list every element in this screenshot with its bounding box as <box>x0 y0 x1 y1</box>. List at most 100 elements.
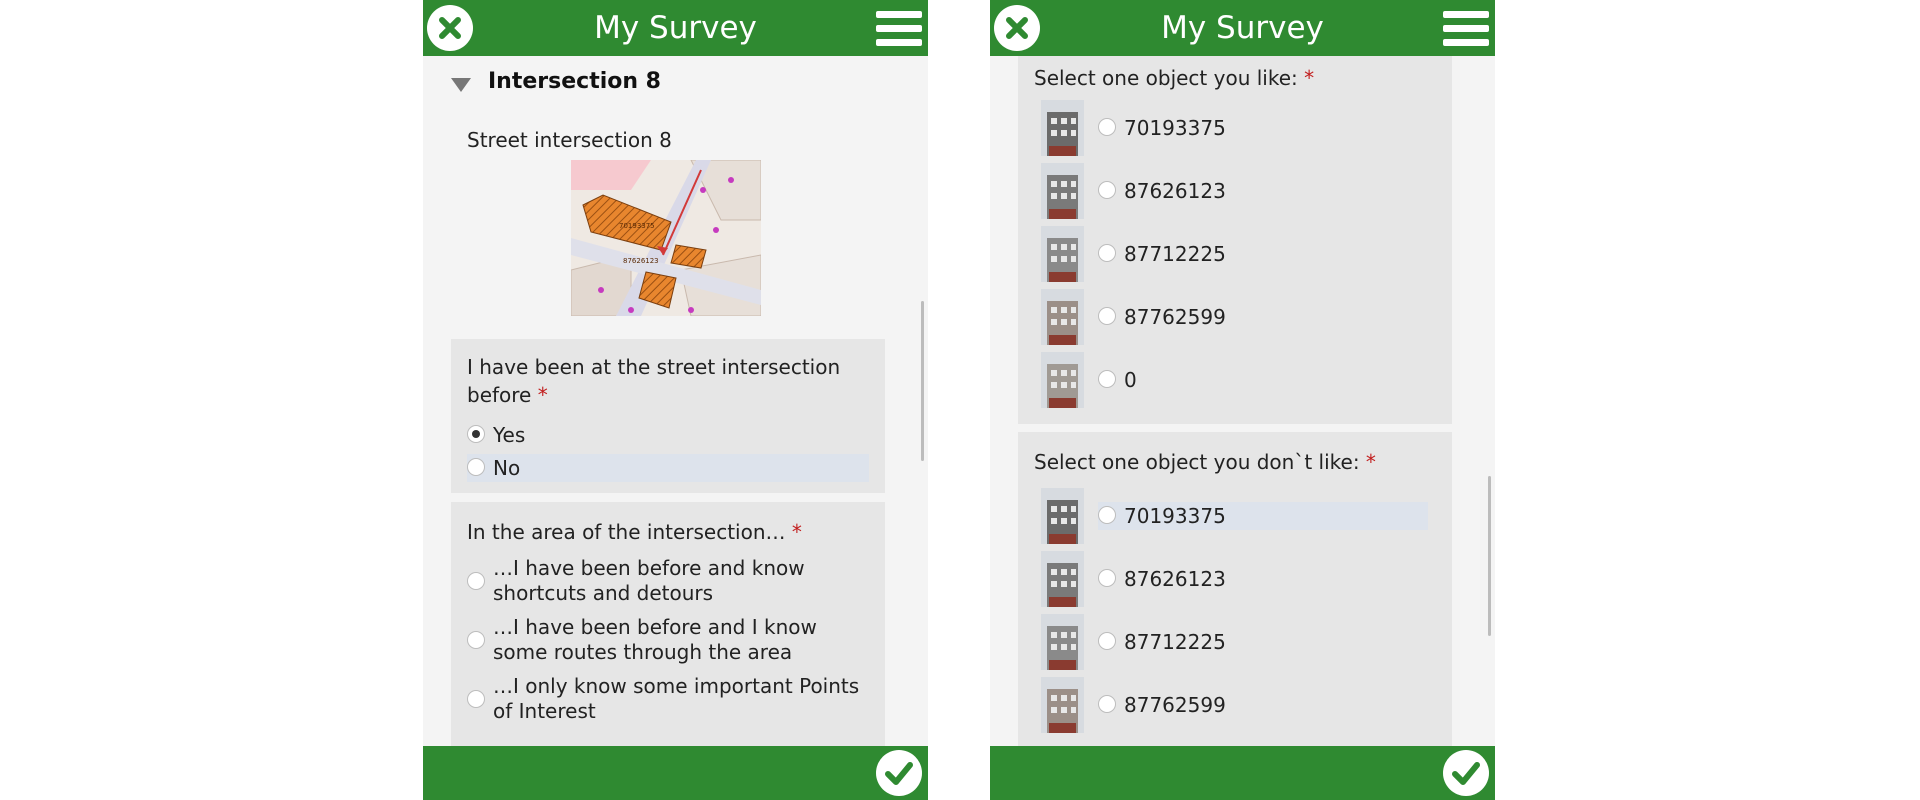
bottom-bar <box>423 746 928 800</box>
question-card-familiarity: In the area of the intersection… * …I ha… <box>451 502 885 746</box>
question-label: I have been at the street intersection b… <box>467 353 867 409</box>
question-card-visited: I have been at the street intersection b… <box>451 339 885 493</box>
radio-button[interactable] <box>1098 307 1116 325</box>
option-label: 70193375 <box>1124 116 1226 140</box>
radio-choice[interactable]: 87712225 <box>1098 240 1428 268</box>
option-label: 0 <box>1124 368 1137 392</box>
menu-icon-bar <box>1443 25 1489 32</box>
menu-icon <box>1443 11 1489 18</box>
group-header: Intersection 8 <box>488 69 661 94</box>
required-mark: * <box>791 520 802 544</box>
option-label: 87762599 <box>1124 305 1226 329</box>
menu-button[interactable] <box>876 11 922 47</box>
image-radio-option[interactable]: 87762599 <box>1034 289 1434 345</box>
radio-choice[interactable]: 87626123 <box>1098 565 1428 593</box>
required-mark: * <box>1304 66 1315 90</box>
survey-screen-right: My Survey Select one object you like: * … <box>990 0 1495 800</box>
option-label: Yes <box>493 423 526 447</box>
image-radio-option[interactable]: 87626123 <box>1034 551 1434 607</box>
option-label: …I have been before and know shortcuts a… <box>493 556 805 605</box>
image-caption: Street intersection 8 <box>467 128 672 152</box>
radio-option-no[interactable]: No <box>467 454 869 482</box>
menu-icon-bar <box>1443 39 1489 46</box>
radio-button[interactable] <box>467 425 485 443</box>
radio-button[interactable] <box>1098 569 1116 587</box>
radio-button[interactable] <box>1098 244 1116 262</box>
scrollbar[interactable] <box>1488 476 1491 636</box>
radio-button[interactable] <box>1098 181 1116 199</box>
menu-button[interactable] <box>1443 11 1489 47</box>
required-mark: * <box>1365 450 1376 474</box>
radio-choice[interactable]: 87762599 <box>1098 303 1428 331</box>
option-label: 87712225 <box>1124 630 1226 654</box>
checkmark-icon <box>1452 762 1480 785</box>
checkmark-icon <box>885 762 913 785</box>
map-label: 70193375 <box>619 222 655 230</box>
app-title: My Survey <box>594 10 757 46</box>
building-thumbnail-image <box>1041 488 1084 544</box>
option-label: 87712225 <box>1124 242 1226 266</box>
building-thumbnail-image <box>1041 100 1084 156</box>
radio-option-shortcuts[interactable]: …I have been before and know shortcuts a… <box>467 556 867 606</box>
triangle-down-icon[interactable] <box>451 78 471 92</box>
building-thumbnail-image <box>1041 551 1084 607</box>
building-thumbnail-image <box>1041 289 1084 345</box>
radio-choice[interactable]: 87626123 <box>1098 177 1428 205</box>
radio-choice[interactable]: 0 <box>1098 366 1428 394</box>
app-bar: My Survey <box>990 0 1495 56</box>
option-label: …I have been before and I know some rout… <box>493 615 817 664</box>
required-mark: * <box>537 383 548 407</box>
question-label: Select one object you like: * <box>1034 64 1434 92</box>
radio-button[interactable] <box>1098 370 1116 388</box>
radio-option-poi[interactable]: …I only know some important Points of In… <box>467 674 867 724</box>
question-label: In the area of the intersection… * <box>467 518 867 546</box>
submit-button[interactable] <box>876 750 922 796</box>
image-radio-option[interactable]: 87626123 <box>1034 163 1434 219</box>
radio-option-yes[interactable]: Yes <box>467 421 867 449</box>
building-thumbnail-image <box>1041 352 1084 408</box>
radio-button[interactable] <box>467 458 485 476</box>
radio-choice[interactable]: 87712225 <box>1098 628 1428 656</box>
radio-choice[interactable]: 70193375 <box>1098 114 1428 142</box>
question-text: I have been at the street intersection b… <box>467 355 841 407</box>
image-radio-option[interactable]: 70193375 <box>1034 100 1434 156</box>
intersection-map-image: 70193375 87626123 <box>571 160 761 316</box>
survey-screen-left: My Survey Intersection 8 Street intersec… <box>423 0 928 800</box>
image-radio-option[interactable]: 87762599 <box>1034 677 1434 733</box>
app-bar: My Survey <box>423 0 928 56</box>
submit-button[interactable] <box>1443 750 1489 796</box>
option-label: 87762599 <box>1124 693 1226 717</box>
question-text: Select one object you like: <box>1034 66 1298 90</box>
question-label: Select one object you don`t like: * <box>1034 448 1434 476</box>
radio-button[interactable] <box>467 572 485 590</box>
survey-content[interactable]: Intersection 8 Street intersection 8 701… <box>423 56 928 746</box>
building-thumbnail-image <box>1041 614 1084 670</box>
radio-choice[interactable]: 70193375 <box>1098 502 1428 530</box>
question-card-dislike: Select one object you don`t like: * 7019… <box>1018 432 1452 746</box>
option-label: No <box>493 456 521 480</box>
scrollbar[interactable] <box>921 301 924 461</box>
image-radio-option[interactable]: 70193375 <box>1034 488 1434 544</box>
image-radio-option[interactable]: 87712225 <box>1034 614 1434 670</box>
radio-button[interactable] <box>467 631 485 649</box>
option-label: 87626123 <box>1124 179 1226 203</box>
building-thumbnail-image <box>1041 163 1084 219</box>
map-label: 87626123 <box>623 257 659 265</box>
radio-button[interactable] <box>467 690 485 708</box>
question-text: In the area of the intersection… <box>467 520 786 544</box>
building-thumbnail-image <box>1041 677 1084 733</box>
radio-button[interactable] <box>1098 506 1116 524</box>
question-card-like: Select one object you like: * 70193375 87… <box>1018 56 1452 424</box>
radio-button[interactable] <box>1098 118 1116 136</box>
survey-content[interactable]: Select one object you like: * 70193375 87… <box>990 56 1495 746</box>
radio-option-routes[interactable]: …I have been before and I know some rout… <box>467 615 867 665</box>
image-radio-option[interactable]: 87712225 <box>1034 226 1434 282</box>
building-thumbnail-image <box>1041 226 1084 282</box>
radio-choice[interactable]: 87762599 <box>1098 691 1428 719</box>
image-radio-option[interactable]: 0 <box>1034 352 1434 408</box>
question-text: Select one object you don`t like: <box>1034 450 1360 474</box>
radio-button[interactable] <box>1098 695 1116 713</box>
bottom-bar <box>990 746 1495 800</box>
radio-button[interactable] <box>1098 632 1116 650</box>
option-label: 87626123 <box>1124 567 1226 591</box>
